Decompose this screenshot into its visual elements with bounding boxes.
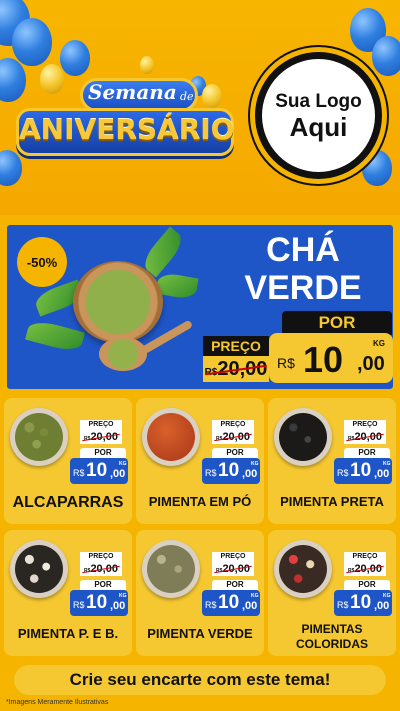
product-name: PIMENTA VERDE	[147, 626, 253, 641]
preco-label: PREÇO	[212, 552, 254, 562]
de-label: de	[180, 90, 194, 103]
product-name: PIMENTAS COLORIDAS	[270, 622, 394, 652]
price-currency: R$	[337, 468, 349, 478]
price-currency: R$	[205, 600, 217, 610]
por-label: POR	[344, 580, 390, 590]
semana-label: Semana	[88, 80, 177, 104]
balloon-icon	[60, 40, 90, 76]
product-name-line1: PIMENTAS	[301, 622, 363, 636]
por-label: POR	[212, 448, 258, 458]
new-price: R$ 10,00 KG	[70, 590, 128, 616]
product-title-line2: VERDE	[244, 269, 362, 307]
product-name: PIMENTA PRETA	[280, 494, 384, 509]
new-price: R$ 10 ,00 KG	[269, 333, 393, 383]
por-label: POR	[80, 580, 126, 590]
green-tea-bowl-image	[73, 261, 163, 343]
price-cents: ,00	[110, 468, 126, 480]
green-pepper-image	[147, 545, 195, 593]
new-price: R$ 10,00 KG	[334, 458, 392, 484]
discount-badge: -50%	[17, 237, 67, 287]
price-unit: KG	[251, 593, 259, 599]
price-integer: 10	[218, 460, 240, 481]
por-label: POR	[80, 448, 126, 458]
product-card-alcaparras: PREÇO R$20,00 POR R$10,00KG ALCAPARRAS	[4, 398, 132, 524]
price-currency: R$	[337, 600, 349, 610]
price-cents: ,00	[374, 468, 390, 480]
balloon-icon	[372, 36, 400, 76]
logo-line1: Sua Logo	[275, 90, 362, 112]
capers-image	[15, 413, 63, 461]
product-name: ALCAPARRAS	[12, 494, 124, 511]
preco-label: PREÇO	[80, 552, 122, 562]
price-cents: ,00	[357, 353, 385, 375]
mixed-peppercorns-image	[279, 545, 327, 593]
new-price: R$ 10,00 KG	[334, 590, 392, 616]
logo-placeholder: Sua Logo Aqui	[255, 52, 382, 179]
price-integer: 10	[218, 592, 240, 613]
black-pepper-image	[279, 413, 327, 461]
preco-label: PREÇO	[80, 420, 122, 430]
tea-leaf-icon	[25, 318, 85, 354]
new-price: R$ 10,00 KG	[70, 458, 128, 484]
header-scallop-divider	[0, 200, 400, 218]
price-unit: KG	[383, 461, 391, 467]
price-unit: KG	[251, 461, 259, 467]
preco-label: PREÇO	[344, 420, 386, 430]
chili-powder-image	[147, 413, 195, 461]
product-card-pimenta-p-e-b: PREÇO R$20,00 POR R$10,00KG PIMENTA P. E…	[4, 530, 132, 656]
price-currency: R$	[205, 468, 217, 478]
cta-banner[interactable]: Crie seu encarte com este tema!	[14, 665, 386, 695]
price-integer: 10	[303, 339, 344, 380]
disclaimer: *Imagens Meramente Ilustrativas	[6, 699, 109, 706]
product-card-pimenta-preta: PREÇO R$20,00 POR R$10,00KG PIMENTA PRET…	[268, 398, 396, 524]
price-unit: KG	[383, 593, 391, 599]
preco-label: PREÇO	[344, 552, 386, 562]
aniversario-box: ANIVERSÁRIO	[16, 108, 235, 156]
featured-offer-card: -50% CHÁ VERDE POR PREÇO R$20,00 R$ 10 ,…	[4, 222, 396, 392]
por-label: POR	[282, 311, 392, 335]
price-integer: 10	[86, 592, 108, 613]
price-cents: ,00	[242, 600, 258, 612]
product-name: PIMENTA EM PÓ	[148, 494, 252, 509]
aniversario-label: ANIVERSÁRIO	[19, 113, 235, 146]
price-unit: KG	[119, 461, 127, 467]
logo-line2: Aqui	[289, 111, 348, 142]
price-cents: ,00	[110, 600, 126, 612]
price-unit: KG	[373, 339, 385, 348]
preco-label: PREÇO	[203, 336, 269, 356]
product-name: PIMENTA P. E B.	[17, 626, 119, 641]
price-currency: R$	[277, 355, 295, 371]
preco-label: PREÇO	[212, 420, 254, 430]
header-banner: Semana de ANIVERSÁRIO Sua Logo Aqui	[0, 0, 400, 215]
price-currency: R$	[73, 600, 85, 610]
product-card-pimentas-coloridas: PREÇO R$20,00 POR R$10,00KG PIMENTAS COL…	[268, 530, 396, 656]
product-title-line1: CHÁ	[266, 231, 340, 269]
product-name-line2: COLORIDAS	[296, 637, 368, 651]
product-card-pimenta-em-po: PREÇO R$20,00 POR R$10,00KG PIMENTA EM P…	[136, 398, 264, 524]
price-cents: ,00	[242, 468, 258, 480]
product-card-pimenta-verde: PREÇO R$20,00 POR R$10,00KG PIMENTA VERD…	[136, 530, 264, 656]
price-integer: 10	[350, 592, 372, 613]
black-white-pepper-image	[15, 545, 63, 593]
product-title: CHÁ VERDE	[223, 231, 383, 307]
por-label: POR	[212, 580, 258, 590]
green-tea-spoon-image	[99, 337, 147, 371]
price-unit: KG	[119, 593, 127, 599]
balloon-icon	[12, 18, 52, 66]
event-badge: Semana de ANIVERSÁRIO	[10, 72, 242, 160]
new-price: R$ 10,00 KG	[202, 458, 260, 484]
por-label: POR	[344, 448, 390, 458]
price-currency: R$	[73, 468, 85, 478]
price-integer: 10	[350, 460, 372, 481]
price-cents: ,00	[374, 600, 390, 612]
price-integer: 10	[86, 460, 108, 481]
new-price: R$ 10,00 KG	[202, 590, 260, 616]
